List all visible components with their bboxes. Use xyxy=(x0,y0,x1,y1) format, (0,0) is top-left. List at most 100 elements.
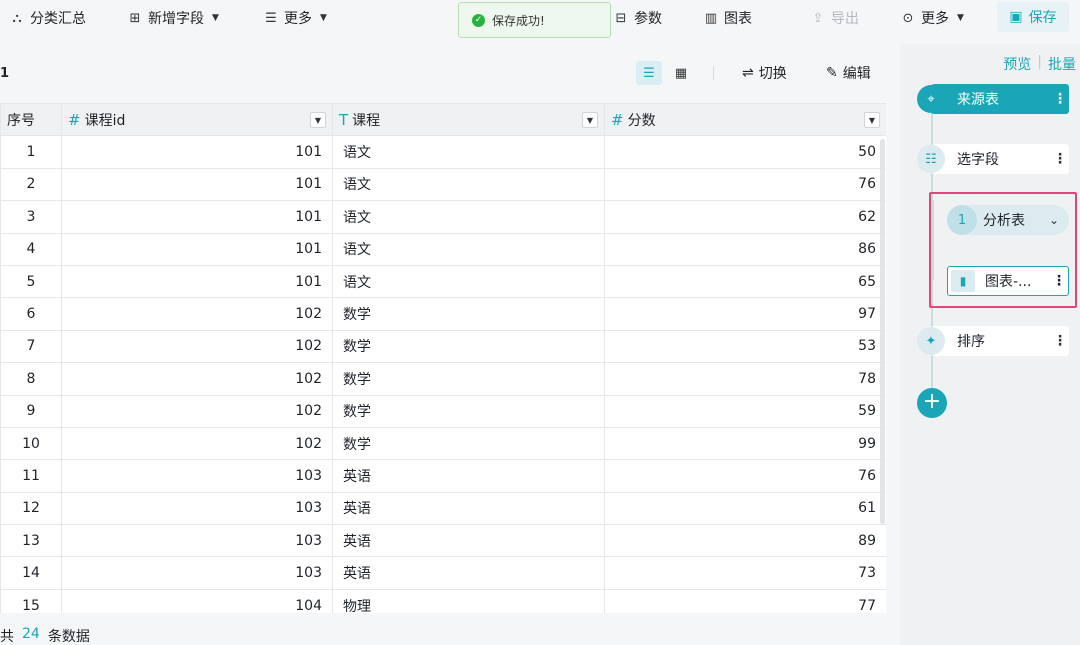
list-view-icon: ☰ xyxy=(643,65,655,81)
export-button[interactable]: ⇪ 导出 xyxy=(811,8,859,28)
cell-course: 英语 xyxy=(332,491,605,526)
cell-index: 5 xyxy=(0,264,62,299)
column-menu-dropdown[interactable]: ▼ xyxy=(310,112,326,128)
column-header-course[interactable]: T 课程 ▼ xyxy=(332,103,605,137)
add-field-button[interactable]: ⊞ 新增字段 ▼ xyxy=(128,8,219,28)
cell-index: 11 xyxy=(0,459,62,493)
table-row[interactable]: 5 101 语文 65 xyxy=(0,264,886,299)
more-menu-right[interactable]: ⊙ 更多 ▼ xyxy=(901,8,964,28)
cell-score: 65 xyxy=(604,264,886,299)
cell-course: 语文 xyxy=(332,264,605,299)
table-row[interactable]: 9 102 数学 59 xyxy=(0,394,886,428)
flow-node-source-table[interactable]: ⌖ 来源表 ⋮ xyxy=(917,84,1069,114)
cell-course-id: 102 xyxy=(61,394,333,428)
edit-button[interactable]: ✎ 编辑 xyxy=(826,63,871,83)
cell-index: 15 xyxy=(0,588,62,613)
preview-header: 1 ☰ ▦ ⇌ 切换 ✎ 编辑 xyxy=(0,44,900,102)
chart-button[interactable]: ▥ 图表 xyxy=(704,8,752,28)
cell-index: 14 xyxy=(0,556,62,590)
table-row[interactable]: 1 101 语文 50 xyxy=(0,135,886,169)
kebab-menu-icon[interactable]: ⋮ xyxy=(1050,273,1068,289)
table-row[interactable]: 2 101 语文 76 xyxy=(0,167,886,202)
cell-course-id: 102 xyxy=(61,329,333,364)
cell-course-id: 103 xyxy=(61,524,333,558)
step-index-badge: 1 xyxy=(947,205,977,235)
cell-score: 77 xyxy=(604,588,886,613)
chart-icon: ▥ xyxy=(704,10,718,26)
kebab-menu-icon[interactable]: ⋮ xyxy=(1051,333,1069,349)
cell-course: 语文 xyxy=(332,135,605,169)
column-menu-dropdown[interactable]: ▼ xyxy=(582,112,598,128)
cell-course: 语文 xyxy=(332,232,605,266)
params-button[interactable]: ⊟ 参数 xyxy=(614,8,662,28)
column-menu-dropdown[interactable]: ▼ xyxy=(864,112,880,128)
cell-index: 12 xyxy=(0,491,62,526)
preview-link[interactable]: 预览 xyxy=(1003,54,1031,74)
cell-score: 73 xyxy=(604,556,886,590)
sidebar-actions: 预览 | 批量 xyxy=(1003,54,1076,74)
chevron-down-icon[interactable]: ⌄ xyxy=(1049,213,1069,227)
flow-node-analysis-table[interactable]: 1 分析表 ⌄ xyxy=(947,205,1069,235)
flow-node-sort[interactable]: ✦ 排序 ⋮ xyxy=(917,326,1069,356)
cell-index: 3 xyxy=(0,200,62,234)
table-row[interactable]: 13 103 英语 89 xyxy=(0,524,886,558)
cell-course: 数学 xyxy=(332,362,605,396)
cell-score: 61 xyxy=(604,491,886,526)
data-table: 序号 # 课程id ▼ T 课程 ▼ # 分数 ▼ 1 101 语文 50 2 … xyxy=(0,103,886,613)
list-icon: ☰ xyxy=(265,10,277,26)
table-row[interactable]: 3 101 语文 62 xyxy=(0,200,886,234)
table-row[interactable]: 6 102 数学 97 xyxy=(0,297,886,331)
column-header-score[interactable]: # 分数 ▼ xyxy=(604,103,886,137)
cell-course: 数学 xyxy=(332,426,605,461)
batch-link[interactable]: 批量 xyxy=(1048,54,1076,74)
grid-view-icon: ▦ xyxy=(674,65,688,81)
page-number: 1 xyxy=(0,66,10,81)
grid-view-button[interactable]: ▦ xyxy=(668,61,694,85)
cell-course-id: 102 xyxy=(61,362,333,396)
cell-course: 物理 xyxy=(332,588,605,613)
cell-index: 8 xyxy=(0,362,62,396)
kebab-menu-icon[interactable]: ⋮ xyxy=(1051,151,1069,167)
table-row[interactable]: 15 104 物理 77 xyxy=(0,588,886,613)
cell-index: 13 xyxy=(0,524,62,558)
more-menu-left[interactable]: ☰ 更多 ▼ xyxy=(264,8,327,28)
cell-index: 9 xyxy=(0,394,62,428)
cell-index: 4 xyxy=(0,232,62,266)
cell-score: 62 xyxy=(604,200,886,234)
table-row[interactable]: 11 103 英语 76 xyxy=(0,459,886,493)
cell-course: 数学 xyxy=(332,394,605,428)
table-row[interactable]: 8 102 数学 78 xyxy=(0,362,886,396)
cell-course-id: 101 xyxy=(61,135,333,169)
save-button[interactable]: ▣ 保存 xyxy=(997,2,1069,32)
cell-course: 语文 xyxy=(332,200,605,234)
table-row[interactable]: 10 102 数学 99 xyxy=(0,426,886,461)
caret-down-icon: ▼ xyxy=(957,13,964,23)
cell-course-id: 102 xyxy=(61,297,333,331)
table-row[interactable]: 14 103 英语 73 xyxy=(0,556,886,590)
data-preview-panel: 1 ☰ ▦ ⇌ 切换 ✎ 编辑 序号 # 课程id ▼ T 课程 ▼ # 分数 … xyxy=(0,44,900,645)
cell-course-id: 104 xyxy=(61,588,333,613)
cell-course-id: 101 xyxy=(61,167,333,202)
table-row[interactable]: 7 102 数学 53 xyxy=(0,329,886,364)
cell-course-id: 103 xyxy=(61,556,333,590)
more-circle-icon: ⊙ xyxy=(902,10,914,26)
plus-icon: + xyxy=(922,389,942,414)
group-summary-button[interactable]: ⛬ 分类汇总 xyxy=(10,8,86,28)
table-row[interactable]: 4 101 语文 86 xyxy=(0,232,886,266)
switch-button[interactable]: ⇌ 切换 xyxy=(742,63,787,83)
target-icon: ⌖ xyxy=(917,85,945,113)
list-view-button[interactable]: ☰ xyxy=(636,61,662,85)
kebab-menu-icon[interactable]: ⋮ xyxy=(1051,91,1069,107)
flow-node-chart[interactable]: ▮ 图表-... ⋮ xyxy=(947,266,1069,296)
cell-course-id: 102 xyxy=(61,426,333,461)
flow-node-select-fields[interactable]: ☷ 选字段 ⋮ xyxy=(917,144,1069,174)
table-row[interactable]: 12 103 英语 61 xyxy=(0,491,886,526)
caret-down-icon: ▼ xyxy=(320,13,327,23)
cell-score: 78 xyxy=(604,362,886,396)
cell-index: 6 xyxy=(0,297,62,331)
add-step-button[interactable]: + xyxy=(917,388,947,418)
column-header-course-id[interactable]: # 课程id ▼ xyxy=(61,103,333,137)
save-success-toast: ✓ 保存成功! xyxy=(458,2,611,38)
table-scrollbar[interactable] xyxy=(880,139,885,524)
cell-score: 50 xyxy=(604,135,886,169)
